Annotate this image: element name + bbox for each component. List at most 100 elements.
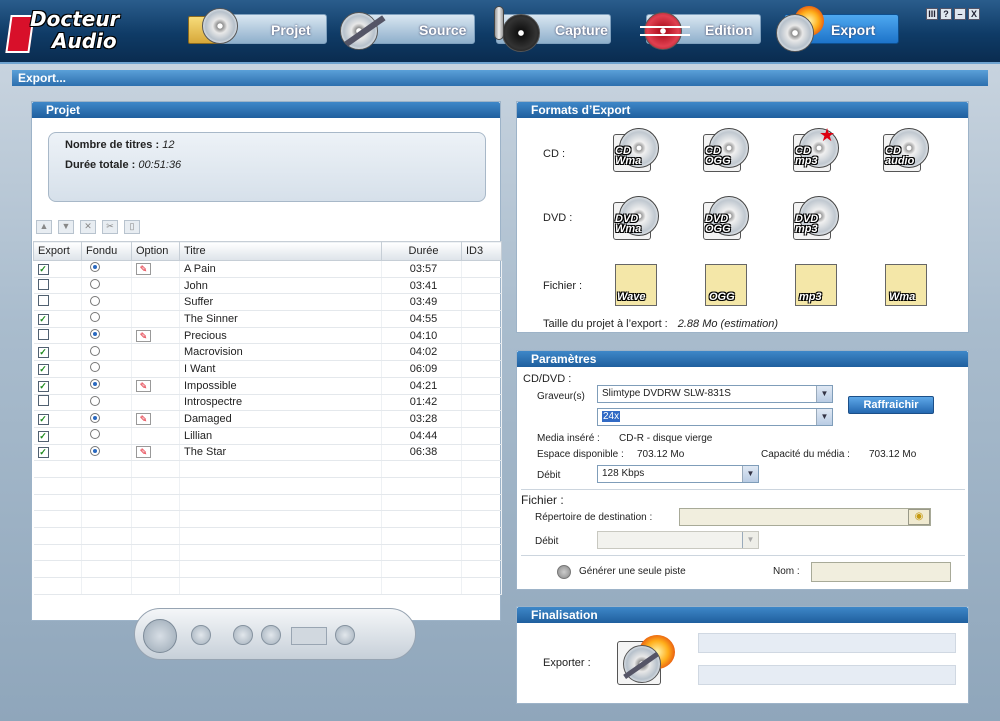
option-cell[interactable]: ✎ [131, 260, 180, 278]
export-checkbox-cell[interactable]: ✓ [33, 377, 82, 395]
fondu-radio[interactable] [90, 279, 100, 290]
cd-wma-icon[interactable]: CD Wma [613, 126, 663, 172]
stop-button[interactable] [191, 625, 211, 645]
table-row[interactable]: ✓ I Want 06:09 [33, 360, 502, 378]
table-row[interactable]: ✓ The Sinner 04:55 [33, 310, 502, 328]
track-id3[interactable] [461, 343, 502, 362]
table-row[interactable]: ✓ ✎ The Star 06:38 [33, 444, 502, 462]
generer-radio[interactable] [557, 565, 571, 579]
graveur-select[interactable]: Slimtype DVDRW SLW-831S ▼ [597, 385, 833, 403]
minimize-button[interactable]: – [954, 8, 966, 20]
export-checkbox[interactable]: ✓ [37, 263, 49, 275]
export-checkbox[interactable] [37, 278, 49, 290]
fondu-radio[interactable] [90, 362, 100, 373]
debit-select[interactable]: 128 Kbps ▼ [597, 465, 759, 483]
export-checkbox[interactable] [37, 328, 49, 340]
export-checkbox-cell[interactable]: ✓ [33, 310, 82, 328]
track-id3[interactable] [461, 394, 502, 412]
fondu-radio-cell[interactable] [81, 260, 132, 278]
repertoire-input[interactable] [679, 508, 931, 526]
track-id3[interactable] [461, 410, 502, 428]
debit-file-select[interactable]: ▼ [597, 531, 759, 549]
table-row[interactable]: ✓ ✎ Damaged 03:28 [33, 410, 502, 428]
rewind-button[interactable] [233, 625, 253, 645]
option-cell[interactable]: ✎ [131, 377, 180, 395]
table-row[interactable]: ✓ ✎ A Pain 03:57 [33, 260, 502, 278]
table-row[interactable]: ✓ Macrovision 04:02 [33, 343, 502, 362]
copy-icon[interactable]: ▯ [124, 220, 140, 234]
fondu-radio-cell[interactable] [81, 360, 132, 378]
col-option[interactable]: Option [131, 241, 180, 261]
move-down-icon[interactable]: ▼ [58, 220, 74, 234]
option-icon[interactable]: ✎ [136, 446, 151, 459]
option-cell[interactable] [131, 394, 180, 412]
help-button[interactable]: ? [940, 8, 952, 20]
table-row[interactable]: ✓ ✎ Impossible 04:21 [33, 377, 502, 395]
file-wave-icon[interactable]: Wave [613, 262, 663, 308]
col-id3[interactable]: ID3 [461, 241, 502, 261]
fondu-radio-cell[interactable] [81, 327, 132, 345]
nom-input[interactable] [811, 562, 951, 582]
export-checkbox-cell[interactable]: ✓ [33, 360, 82, 378]
option-icon[interactable]: ✎ [136, 262, 151, 275]
track-id3[interactable] [461, 377, 502, 395]
table-row[interactable]: ✓ Lillian 04:44 [33, 427, 502, 445]
export-checkbox[interactable]: ✓ [37, 313, 49, 325]
option-cell[interactable] [131, 427, 180, 445]
fondu-radio-cell[interactable] [81, 293, 132, 312]
track-id3[interactable] [461, 427, 502, 445]
dvd-mp3-icon[interactable]: DVD mp3 [793, 194, 843, 240]
track-id3[interactable] [461, 327, 502, 345]
export-checkbox[interactable]: ✓ [37, 414, 49, 426]
track-id3[interactable] [461, 277, 502, 295]
fondu-radio-cell[interactable] [81, 343, 132, 362]
col-titre[interactable]: Titre [179, 241, 382, 261]
option-cell[interactable] [131, 343, 180, 362]
fondu-radio-cell[interactable] [81, 310, 132, 328]
file-mp3-icon[interactable]: mp3 [793, 262, 843, 308]
fondu-radio-cell[interactable] [81, 277, 132, 295]
export-checkbox-cell[interactable]: ✓ [33, 343, 82, 362]
play-button[interactable] [143, 619, 177, 653]
table-row[interactable]: ✎ Precious 04:10 [33, 327, 502, 345]
export-checkbox-cell[interactable] [33, 293, 82, 312]
fondu-radio[interactable] [90, 329, 100, 340]
track-id3[interactable] [461, 360, 502, 378]
option-cell[interactable]: ✎ [131, 444, 180, 462]
move-up-icon[interactable]: ▲ [36, 220, 52, 234]
export-checkbox-cell[interactable] [33, 394, 82, 412]
file-ogg-icon[interactable]: OGG [703, 262, 753, 308]
track-id3[interactable] [461, 310, 502, 328]
option-icon[interactable]: ✎ [136, 413, 151, 426]
export-checkbox-cell[interactable] [33, 277, 82, 295]
fondu-radio[interactable] [90, 395, 100, 406]
cd-mp3-icon[interactable]: ★ CD mp3 [793, 126, 843, 172]
fondu-radio-cell[interactable] [81, 394, 132, 412]
export-disc-icon[interactable] [617, 635, 675, 687]
option-icon[interactable]: ✎ [136, 379, 151, 392]
fondu-radio-cell[interactable] [81, 410, 132, 428]
option-cell[interactable] [131, 360, 180, 378]
delete-icon[interactable]: ✕ [80, 220, 96, 234]
export-checkbox[interactable]: ✓ [37, 347, 49, 359]
cd-audio-icon[interactable]: CD audio [883, 126, 933, 172]
table-row[interactable]: John 03:41 [33, 277, 502, 295]
export-checkbox[interactable]: ✓ [37, 363, 49, 375]
table-row[interactable]: Introspectre 01:42 [33, 394, 502, 412]
fondu-radio-cell[interactable] [81, 444, 132, 462]
menu-button[interactable]: III [926, 8, 938, 20]
export-checkbox-cell[interactable]: ✓ [33, 260, 82, 278]
dvd-ogg-icon[interactable]: DVD OGG [703, 194, 753, 240]
export-checkbox-cell[interactable] [33, 327, 82, 345]
table-row[interactable]: Suffer 03:49 [33, 293, 502, 312]
fondu-radio[interactable] [90, 429, 100, 440]
option-cell[interactable] [131, 310, 180, 328]
track-id3[interactable] [461, 260, 502, 278]
option-cell[interactable]: ✎ [131, 327, 180, 345]
dvd-wma-icon[interactable]: DVD Wma [613, 194, 663, 240]
option-icon[interactable]: ✎ [136, 329, 151, 342]
browse-folder-icon[interactable]: ◉ [908, 509, 930, 525]
export-checkbox[interactable]: ✓ [37, 430, 49, 442]
close-button[interactable]: X [968, 8, 980, 20]
cd-ogg-icon[interactable]: CD OGG [703, 126, 753, 172]
